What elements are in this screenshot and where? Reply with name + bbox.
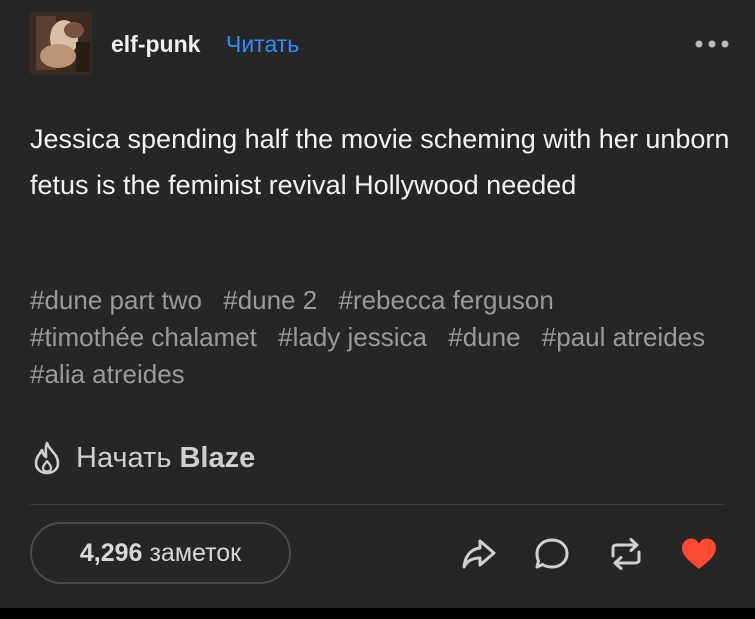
post-card: elf-punk Читать Jessica spending half th…	[0, 0, 755, 608]
tag-dune-part-two[interactable]: #dune part two	[30, 285, 202, 315]
reply-icon[interactable]	[533, 536, 571, 572]
tag-paul-atreides[interactable]: #paul atreides	[542, 322, 705, 352]
tag-timothee-chalamet[interactable]: #timothée chalamet	[30, 322, 257, 352]
blaze-brand-label: Blaze	[179, 441, 256, 474]
like-icon[interactable]	[680, 536, 718, 572]
post-body-text: Jessica spending half the movie scheming…	[30, 124, 730, 200]
blaze-button[interactable]: Начать Blaze	[32, 438, 255, 478]
tag-dune-2[interactable]: #dune 2	[223, 285, 317, 315]
notes-button[interactable]: 4,296 заметок	[30, 522, 291, 584]
footer-divider	[30, 504, 725, 505]
follow-link[interactable]: Читать	[226, 29, 299, 59]
tag-list: #dune part two #dune 2 #rebecca ferguson…	[30, 282, 730, 393]
share-icon[interactable]	[460, 536, 498, 572]
notes-label: заметок	[149, 538, 242, 567]
reblog-icon[interactable]	[607, 536, 645, 572]
more-options-icon[interactable]	[693, 34, 731, 54]
tag-rebecca-ferguson[interactable]: #rebecca ferguson	[338, 285, 553, 315]
tag-lady-jessica[interactable]: #lady jessica	[278, 322, 427, 352]
tag-alia-atreides[interactable]: #alia atreides	[30, 359, 185, 389]
tag-dune[interactable]: #dune	[448, 322, 520, 352]
notes-count: 4,296	[79, 538, 143, 567]
bottom-edge	[0, 608, 755, 619]
blog-name[interactable]: elf-punk	[111, 29, 200, 59]
flame-icon	[32, 441, 62, 475]
blaze-prefix-label: Начать	[76, 441, 172, 474]
blog-avatar[interactable]	[30, 12, 92, 74]
